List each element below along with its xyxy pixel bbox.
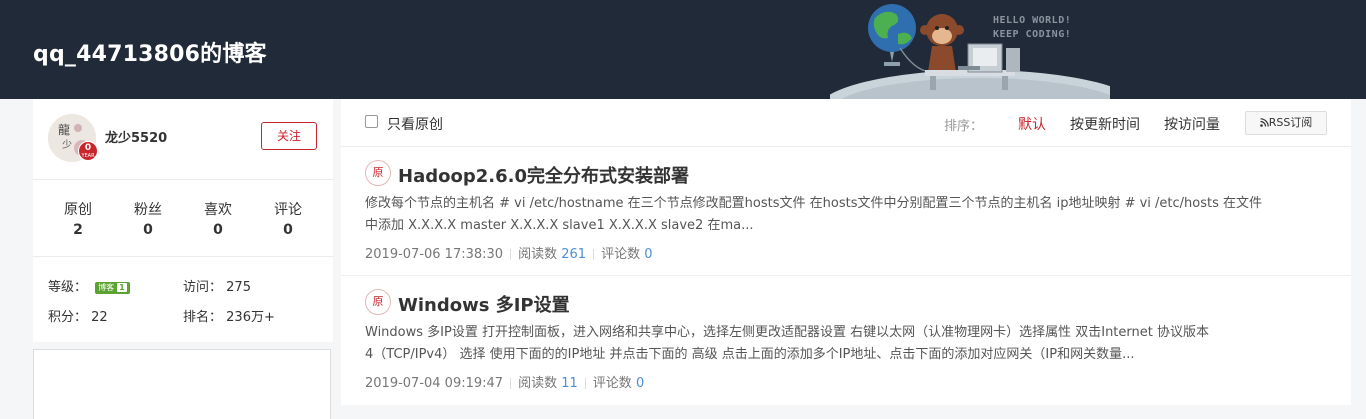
- year-badge-label: YEAR: [81, 153, 95, 159]
- article-meta: 2019-07-04 09:19:47 阅读数 11 评论数 0: [365, 372, 644, 391]
- year-badge: 0 YEAR: [78, 141, 98, 161]
- reads-label: 阅读数: [518, 247, 558, 262]
- stat-label: 原创: [64, 202, 92, 218]
- stat-value: 0: [213, 222, 223, 238]
- svg-text:龍: 龍: [58, 122, 70, 137]
- article-list: 只看原创 排序： 默认 按更新时间 按访问量 RSS订阅 原 Hadoop2.6…: [341, 99, 1351, 405]
- only-original-label[interactable]: 只看原创: [387, 114, 443, 134]
- stat-value: 0: [283, 222, 293, 238]
- reads-count: 11: [561, 376, 578, 391]
- article-description-line: 4（TCP/IPv4） 选择 使用下面的的IP地址 并点击下面的 高级 点击上面…: [365, 347, 1135, 362]
- original-tag: 原: [365, 289, 391, 315]
- article-description[interactable]: 修改每个节点的主机名 # vi /etc/hostname 在三个节点修改配置h…: [365, 193, 1325, 237]
- banner-text-line-1: HELLO WORLD!: [993, 15, 1072, 26]
- stat-value: 0: [143, 222, 153, 238]
- banner-text: HELLO WORLD! KEEP CODING!: [993, 14, 1071, 42]
- visits-label: 访问：: [183, 280, 223, 295]
- blog-header: qq_44713806的博客 HELLO WORLD! KEEP CODING!: [0, 0, 1366, 99]
- article-title[interactable]: Hadoop2.6.0完全分布式安装部署: [398, 162, 689, 188]
- banner-text-line-2: KEEP CODING!: [993, 29, 1072, 40]
- article-meta: 2019-07-06 17:38:30 阅读数 261 评论数 0: [365, 243, 653, 262]
- follow-button[interactable]: 关注: [261, 122, 317, 150]
- sort-label: 排序：: [944, 119, 984, 134]
- stat-original[interactable]: 原创 2: [43, 199, 113, 238]
- stat-label: 喜欢: [204, 202, 232, 218]
- article-item: 原 Hadoop2.6.0完全分布式安装部署 修改每个节点的主机名 # vi /…: [341, 147, 1351, 275]
- comments-count[interactable]: 0: [644, 247, 652, 262]
- divider: [33, 256, 333, 257]
- sort-by-update-time[interactable]: 按更新时间: [1070, 114, 1140, 134]
- comments-label: 评论数: [601, 247, 641, 262]
- comments-label: 评论数: [592, 376, 632, 391]
- visits-value: 275: [226, 280, 251, 295]
- level-row: 等级： 博客 1: [48, 276, 130, 295]
- sort-by-visits[interactable]: 按访问量: [1164, 114, 1220, 134]
- rss-subscribe-button[interactable]: RSS订阅: [1245, 111, 1327, 135]
- svg-text:少: 少: [62, 139, 72, 151]
- article-description[interactable]: Windows 多IP设置 打开控制面板，进入网络和共享中心，选择左侧更改适配器…: [365, 322, 1325, 366]
- username[interactable]: 龙少5520: [105, 127, 167, 146]
- article-date: 2019-07-04 09:19:47: [365, 376, 504, 391]
- article-date: 2019-07-06 17:38:30: [365, 247, 504, 262]
- stat-fans[interactable]: 粉丝 0: [113, 199, 183, 238]
- level-badge[interactable]: 博客 1: [95, 281, 130, 294]
- stat-value: 2: [73, 222, 83, 238]
- stat-label: 评论: [274, 202, 302, 218]
- comments-count[interactable]: 0: [636, 376, 644, 391]
- sort-default[interactable]: 默认: [1018, 114, 1046, 134]
- rank-label: 排名：: [183, 310, 223, 325]
- original-tag: 原: [365, 160, 391, 186]
- stat-comments[interactable]: 评论 0: [253, 199, 323, 238]
- level-label: 等级：: [48, 280, 88, 295]
- article-item: 原 Windows 多IP设置 Windows 多IP设置 打开控制面板，进入网…: [341, 276, 1351, 404]
- rank-value: 236万+: [226, 310, 275, 325]
- stat-label: 粉丝: [134, 202, 162, 218]
- level-badge-text: 博客: [98, 282, 115, 292]
- points-row: 积分： 22: [48, 306, 108, 325]
- points-label: 积分：: [48, 310, 88, 325]
- stat-likes[interactable]: 喜欢 0: [183, 199, 253, 238]
- rank-row: 排名： 236万+: [183, 306, 275, 325]
- reads-label: 阅读数: [518, 376, 558, 391]
- only-original-checkbox[interactable]: [365, 115, 378, 128]
- profile-card: 龍 少 0 YEAR 龙少5520 关注 原创 2 粉丝 0 喜欢 0 评论 0…: [33, 99, 333, 342]
- divider: [33, 179, 333, 180]
- sidebar-card: [33, 349, 331, 419]
- list-toolbar: 只看原创 排序： 默认 按更新时间 按访问量 RSS订阅: [341, 99, 1351, 147]
- rss-icon: [1259, 118, 1269, 127]
- article-description-line: 中添加 X.X.X.X master X.X.X.X slave1 X.X.X.…: [365, 218, 754, 233]
- article-description-line: Windows 多IP设置 打开控制面板，进入网络和共享中心，选择左侧更改适配器…: [365, 325, 1209, 340]
- level-badge-number: 1: [117, 282, 127, 292]
- article-title[interactable]: Windows 多IP设置: [398, 291, 570, 317]
- reads-count: 261: [561, 247, 587, 262]
- year-badge-number: 0: [84, 143, 92, 153]
- rss-label: RSS订阅: [1268, 116, 1313, 129]
- points-value: 22: [91, 310, 108, 325]
- visits-row: 访问： 275: [183, 276, 251, 295]
- blog-title[interactable]: qq_44713806的博客: [33, 36, 267, 68]
- article-description-line: 修改每个节点的主机名 # vi /etc/hostname 在三个节点修改配置h…: [365, 196, 1263, 211]
